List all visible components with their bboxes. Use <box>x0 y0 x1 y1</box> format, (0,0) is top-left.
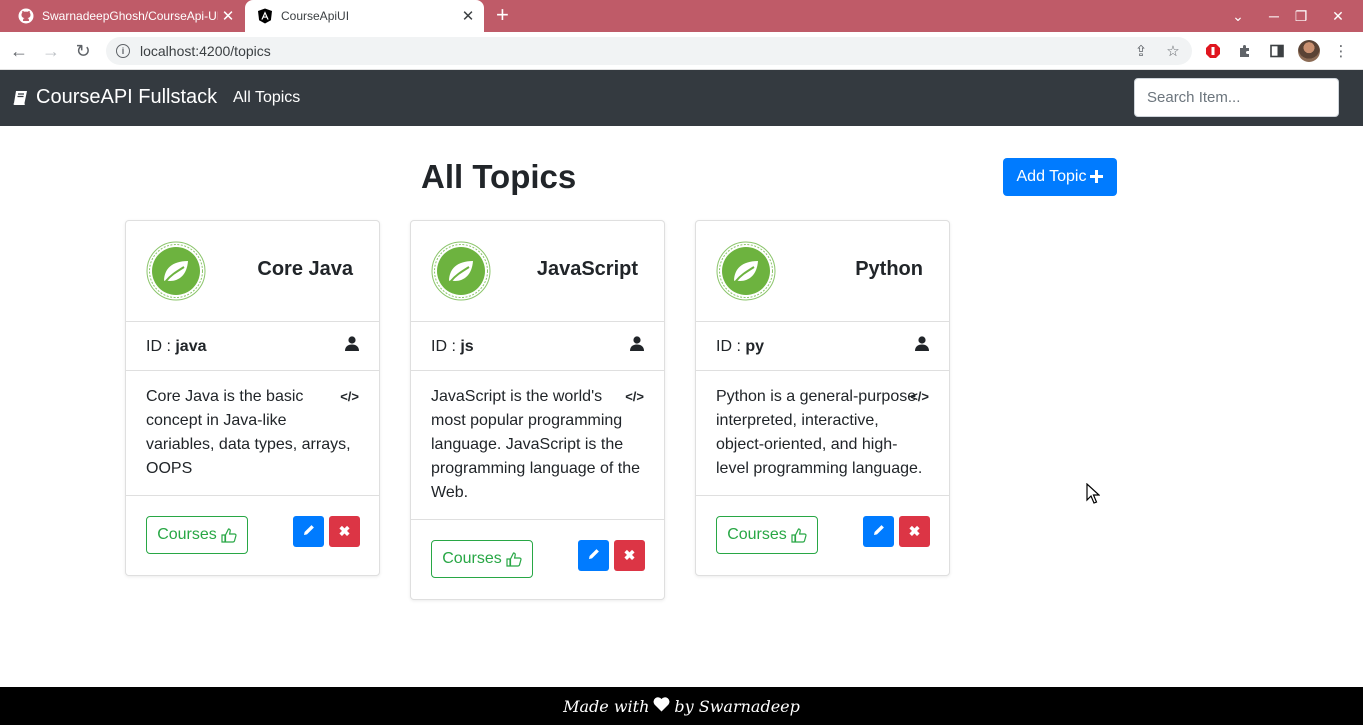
id-label: ID : <box>431 338 456 355</box>
code-icon: </> <box>625 389 644 404</box>
delete-topic-button[interactable]: ✖ <box>329 516 360 547</box>
footer-suffix: by Swarnadeep <box>674 696 800 716</box>
topic-card: JavaScript ID : js </> JavaScript is the wo… <box>410 220 665 600</box>
book-icon <box>12 89 30 107</box>
bookmark-star-icon[interactable]: ☆ <box>1164 42 1182 60</box>
close-x-icon: ✖ <box>908 523 921 539</box>
add-topic-label: Add Topic <box>1016 168 1087 185</box>
search-input[interactable] <box>1134 78 1339 117</box>
mouse-cursor-icon <box>1086 482 1101 510</box>
topic-description: JavaScript is the world's most popular p… <box>431 388 641 501</box>
topic-id-value: js <box>460 338 474 355</box>
courses-label: Courses <box>442 550 502 567</box>
spring-leaf-logo-icon <box>716 241 776 301</box>
edit-topic-button[interactable] <box>578 540 609 571</box>
plus-icon <box>1090 167 1104 188</box>
close-x-icon: ✖ <box>338 523 351 539</box>
topic-id-row: ID : js <box>411 322 664 371</box>
angular-icon <box>257 8 273 24</box>
card-header: Python <box>696 221 949 322</box>
topic-id-row: ID : java <box>126 322 379 371</box>
courses-button[interactable]: Courses <box>146 516 248 554</box>
user-icon <box>915 336 929 356</box>
topic-description-section: </> JavaScript is the world's most popula… <box>411 371 664 520</box>
thumbs-up-icon <box>791 527 807 543</box>
topic-description-section: </> Python is a general-purpose interpret… <box>696 371 949 496</box>
topic-description: Core Java is the basic concept in Java-l… <box>146 388 351 477</box>
browser-menu-icon[interactable]: ⋮ <box>1332 42 1350 60</box>
edit-topic-button[interactable] <box>293 516 324 547</box>
edit-topic-button[interactable] <box>863 516 894 547</box>
tab-title: CourseApiUI <box>281 9 350 23</box>
thumbs-up-icon <box>221 527 237 543</box>
footer-prefix: Made with <box>563 696 650 716</box>
extensions-puzzle-icon[interactable] <box>1236 42 1254 60</box>
nav-link-all-topics[interactable]: All Topics <box>233 89 300 107</box>
courses-button[interactable]: Courses <box>716 516 818 554</box>
topic-description: Python is a general-purpose interpreted,… <box>716 388 923 477</box>
card-header: Core Java <box>126 221 379 322</box>
heart-icon <box>653 696 670 716</box>
close-tab-icon[interactable]: ✕ <box>458 7 478 25</box>
card-footer: Courses ✖ <box>411 520 664 599</box>
pencil-icon <box>303 524 315 539</box>
url-text: localhost:4200/topics <box>140 43 271 59</box>
app-navbar: CourseAPI Fullstack All Topics <box>0 70 1363 126</box>
topic-description-section: </> Core Java is the basic concept in Jav… <box>126 371 379 496</box>
topic-card: Python ID : py </> Python is a general-purp… <box>695 220 950 576</box>
topic-name: Core Java <box>257 258 353 280</box>
pencil-icon <box>873 524 885 539</box>
browser-tab-strip: SwarnadeepGhosh/CourseApi-UI ✕ CourseApi… <box>0 0 1363 32</box>
github-icon <box>18 8 34 24</box>
brand-link[interactable]: CourseAPI Fullstack <box>12 86 217 109</box>
card-header: JavaScript <box>411 221 664 322</box>
spring-leaf-logo-icon <box>146 241 206 301</box>
page-title: All Topics <box>421 158 577 195</box>
topic-id-row: ID : py <box>696 322 949 371</box>
site-info-icon[interactable]: i <box>116 44 130 58</box>
brand-text: CourseAPI Fullstack <box>36 86 218 108</box>
user-icon <box>630 336 644 356</box>
courses-button[interactable]: Courses <box>431 540 533 578</box>
close-x-icon: ✖ <box>623 547 636 563</box>
new-tab-plus-icon[interactable]: + <box>496 4 509 26</box>
browser-toolbar: ← → ↻ i localhost:4200/topics ⇪ ☆ ⋮ <box>0 32 1363 70</box>
courses-label: Courses <box>157 526 217 543</box>
id-label: ID : <box>716 338 741 355</box>
card-footer: Courses ✖ <box>126 496 379 575</box>
restore-icon[interactable]: ❐ <box>1285 0 1317 32</box>
tab-title: SwarnadeepGhosh/CourseApi-UI <box>42 9 218 23</box>
topic-card: Core Java ID : java </> Core Java is the ba… <box>125 220 380 576</box>
back-arrow-icon[interactable]: ← <box>6 38 32 64</box>
topic-name: Python <box>855 258 923 280</box>
adblock-extension-icon[interactable] <box>1204 42 1222 60</box>
close-tab-icon[interactable]: ✕ <box>218 7 238 25</box>
close-window-icon[interactable]: ✕ <box>1322 0 1354 32</box>
forward-arrow-icon[interactable]: → <box>38 38 64 64</box>
browser-tab-github[interactable]: SwarnadeepGhosh/CourseApi-UI ✕ <box>8 0 244 32</box>
delete-topic-button[interactable]: ✖ <box>899 516 930 547</box>
thumbs-up-icon <box>506 551 522 567</box>
reload-icon[interactable]: ↻ <box>70 38 96 64</box>
card-footer: Courses ✖ <box>696 496 949 575</box>
spring-leaf-logo-icon <box>431 241 491 301</box>
user-icon <box>345 336 359 356</box>
browser-tab-courseapiui[interactable]: CourseApiUI ✕ <box>245 0 484 32</box>
delete-topic-button[interactable]: ✖ <box>614 540 645 571</box>
courses-label: Courses <box>727 526 787 543</box>
topic-id-value: java <box>175 338 207 355</box>
code-icon: </> <box>340 389 359 404</box>
code-icon: </> <box>910 389 929 404</box>
profile-avatar[interactable] <box>1298 40 1320 62</box>
footer: Made with by Swarnadeep <box>0 687 1363 725</box>
address-bar[interactable]: i localhost:4200/topics <box>106 37 1192 65</box>
id-label: ID : <box>146 338 171 355</box>
pencil-icon <box>588 548 600 563</box>
share-icon[interactable]: ⇪ <box>1132 42 1150 60</box>
add-topic-button[interactable]: Add Topic <box>1003 158 1117 196</box>
tab-search-chevron-icon[interactable]: ⌄ <box>1222 0 1254 32</box>
topic-name: JavaScript <box>536 258 638 280</box>
side-panel-icon[interactable] <box>1268 42 1286 60</box>
topic-id-value: py <box>745 338 765 355</box>
